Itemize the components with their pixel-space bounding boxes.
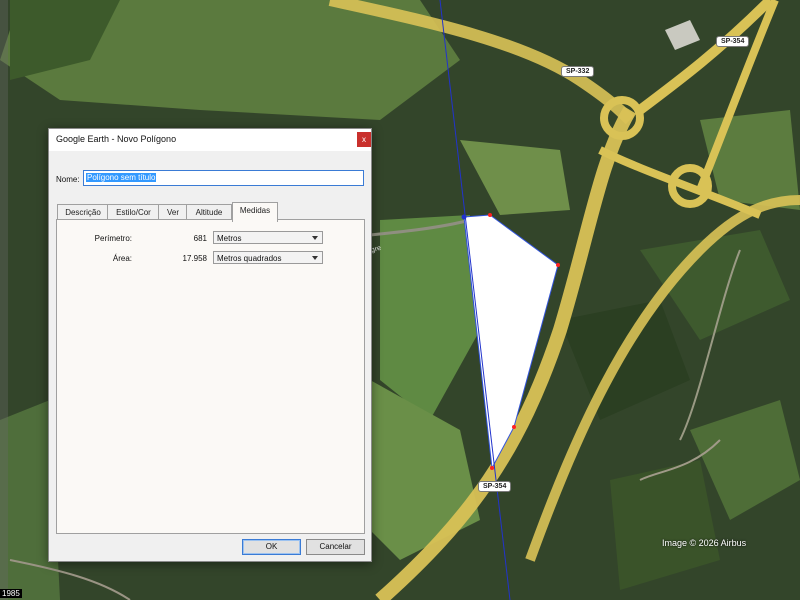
chevron-down-icon: [312, 236, 318, 240]
name-label: Nome:: [56, 175, 80, 184]
name-field[interactable]: Polígono sem título: [83, 170, 364, 186]
ok-button[interactable]: OK: [242, 539, 301, 555]
perimeter-label: Perímetro:: [94, 234, 132, 243]
area-label: Área:: [112, 254, 132, 263]
area-unit-select[interactable]: Metros quadrados: [213, 251, 323, 264]
dialog-titlebar[interactable]: Google Earth - Novo Polígono x: [49, 129, 371, 151]
chevron-down-icon: [312, 256, 318, 260]
close-button[interactable]: x: [357, 132, 371, 147]
name-field-value: Polígono sem título: [86, 173, 157, 182]
tab-bar: Descrição Estilo/Cor Ver Altitude Medida…: [57, 202, 367, 222]
new-polygon-dialog: Google Earth - Novo Polígono x Nome: Pol…: [48, 128, 372, 562]
perimeter-unit-select[interactable]: Metros: [213, 231, 323, 244]
perimeter-value: 681: [193, 234, 207, 243]
perimeter-unit-value: Metros: [217, 234, 242, 243]
road-label-sp332: SP-332: [561, 66, 595, 77]
measures-panel: Perímetro: 681 Metros Área: 17.958 Metro…: [56, 219, 365, 534]
road-label-sp354-bottom: SP-354: [478, 481, 512, 492]
cancel-button[interactable]: Cancelar: [306, 539, 365, 555]
map-edge-strip: [0, 0, 8, 600]
dialog-title: Google Earth - Novo Polígono: [56, 134, 177, 144]
imagery-copyright: Image © 2026 Airbus: [662, 538, 747, 548]
area-unit-value: Metros quadrados: [217, 254, 282, 263]
road-label-sp354-top: SP-354: [716, 36, 750, 47]
area-value: 17.958: [182, 254, 207, 263]
tab-medidas[interactable]: Medidas: [232, 202, 278, 222]
imagery-year: 1985: [0, 589, 22, 598]
